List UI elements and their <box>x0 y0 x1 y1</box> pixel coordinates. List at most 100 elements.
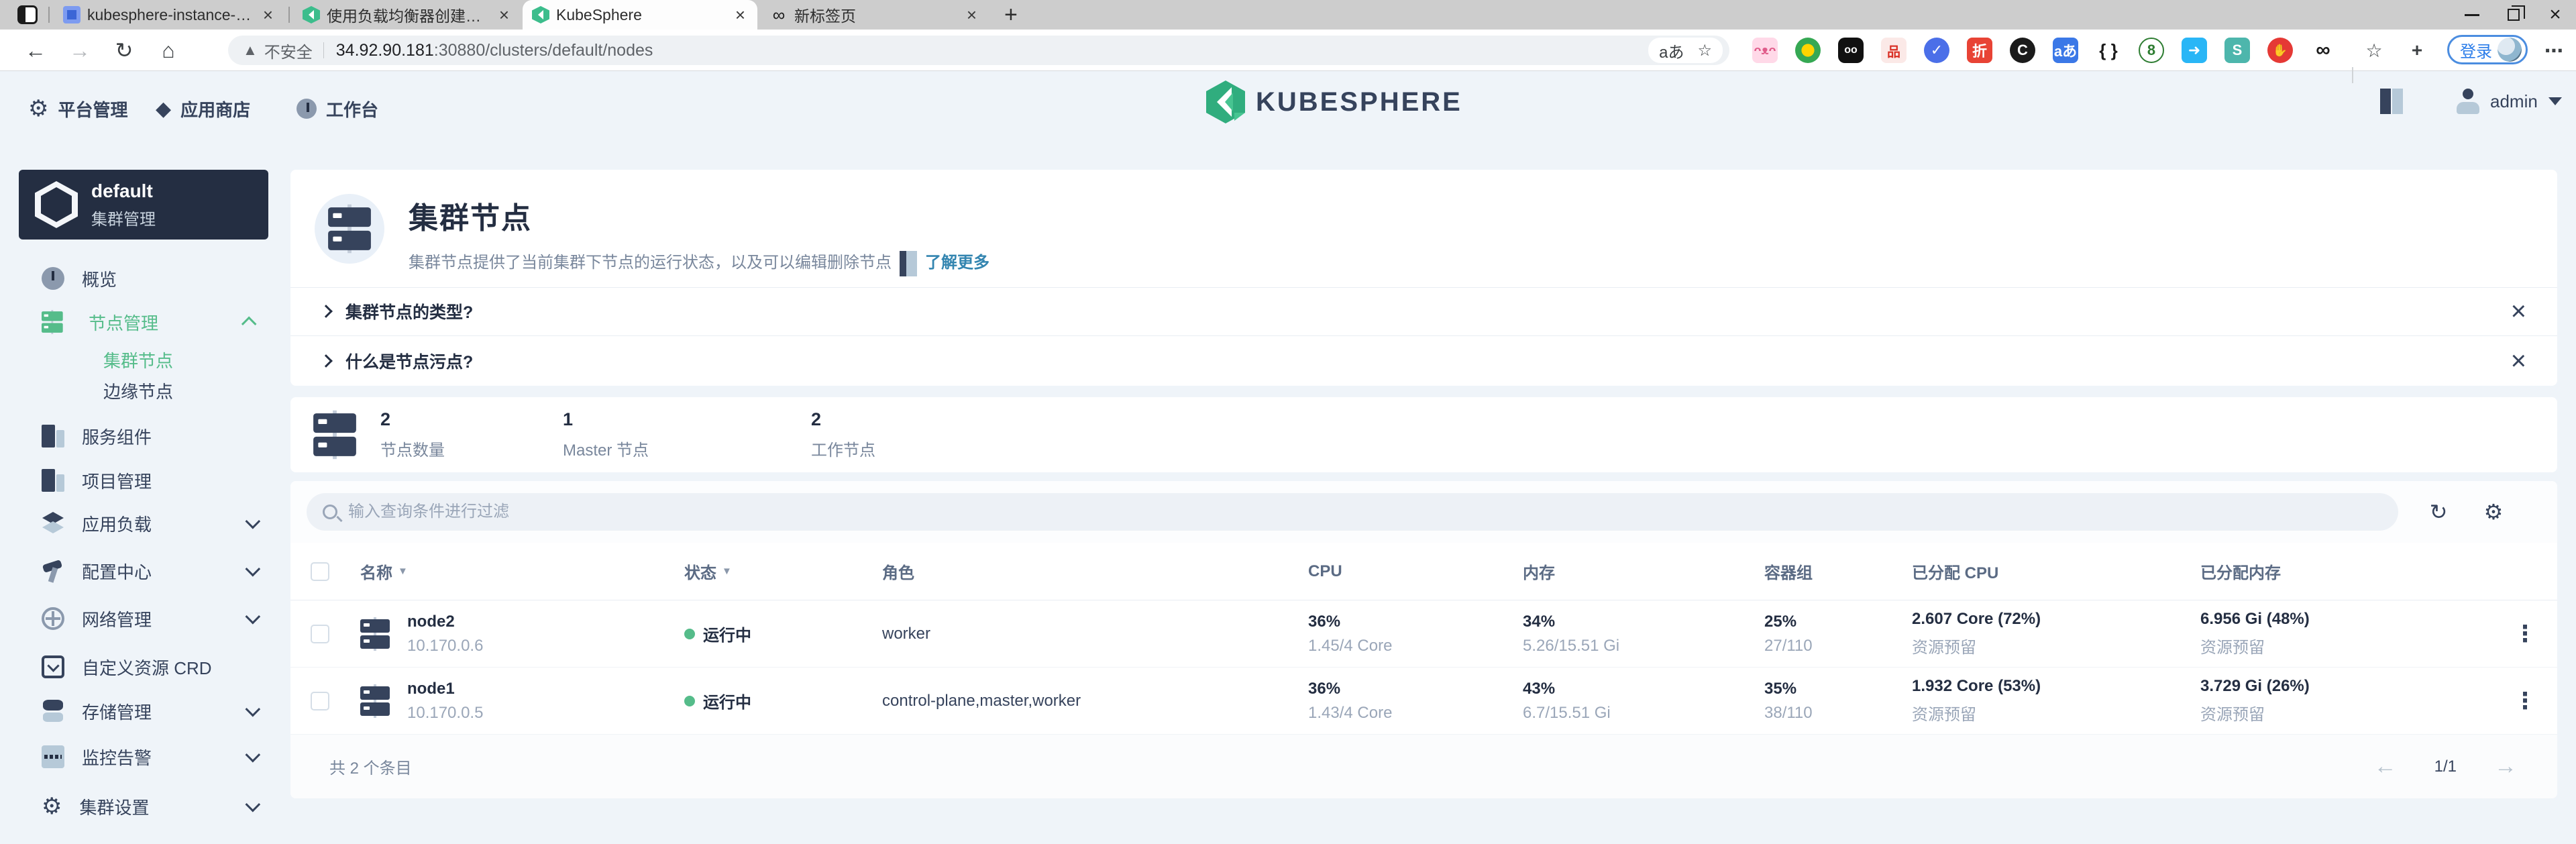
refresh-button[interactable]: ↻ <box>2424 497 2453 527</box>
forward-button[interactable]: → <box>64 35 95 66</box>
column-status[interactable]: 状态▼ <box>684 560 882 583</box>
page-subtitle: 集群节点提供了当前集群下节点的运行状态，以及可以编辑删除节点 <box>409 249 892 272</box>
column-name[interactable]: 名称▼ <box>333 560 684 583</box>
sidebar-item-edge-nodes[interactable]: 边缘节点 <box>19 371 268 410</box>
favorites-icon[interactable]: ☆ <box>2361 38 2387 63</box>
ext-translate-icon[interactable]: aあ <box>2053 38 2078 63</box>
sidebar-item-storage-management[interactable]: 存储管理 <box>19 692 268 731</box>
cpu-cell: 36% 1.43/4 Core <box>1308 680 1523 723</box>
sidebar-item-crd[interactable]: 自定义资源 CRD <box>19 647 268 686</box>
nav-app-store[interactable]: ◆ 应用商店 <box>156 89 250 129</box>
node-name-link[interactable]: node2 <box>407 613 483 631</box>
tab-close-icon[interactable]: × <box>496 5 512 25</box>
collections-icon[interactable]: + <box>2404 38 2430 63</box>
sidebar-item-node-management[interactable]: 节点管理 <box>19 303 268 341</box>
close-icon[interactable]: × <box>2511 298 2526 325</box>
ext-s-icon[interactable]: S <box>2224 38 2250 63</box>
docs-button[interactable] <box>2380 89 2403 114</box>
row-checkbox[interactable] <box>311 625 329 643</box>
sidebar-item-network-management[interactable]: 网络管理 <box>19 599 268 638</box>
help-row-node-taints[interactable]: 什么是节点污点? × <box>290 335 2557 386</box>
new-tab-button[interactable]: + <box>1004 3 1018 27</box>
ext-c-badge-icon[interactable]: C <box>2010 38 2035 63</box>
learn-more-link[interactable]: 了解更多 <box>925 249 989 272</box>
tab-close-icon[interactable]: × <box>733 5 748 25</box>
bookmark-star-icon[interactable]: ☆ <box>1697 41 1712 60</box>
sidebar-item-label: 节点管理 <box>89 310 228 335</box>
browser-tab-3-active[interactable]: KubeSphere × <box>523 0 757 30</box>
login-avatar <box>2498 38 2522 62</box>
window-minimize-button[interactable] <box>2451 0 2493 30</box>
kubesphere-logo[interactable]: KUBESPHERE <box>1206 81 1462 123</box>
search-icon <box>323 505 337 519</box>
ext-cat-icon[interactable]: ᴖᴥᴖ <box>1752 38 1778 63</box>
browser-tab-4[interactable]: ∞ 新标签页 × <box>761 0 989 30</box>
ext-person-icon[interactable]: 8 <box>2139 38 2164 63</box>
sidebar-item-cluster-settings[interactable]: ⚙ 集群设置 <box>19 787 268 826</box>
prev-page-button[interactable]: ← <box>2374 753 2397 780</box>
cluster-selector[interactable]: default 集群管理 <box>19 170 268 240</box>
address-host[interactable]: 34.92.90.181 <box>336 41 434 60</box>
home-button[interactable]: ⌂ <box>153 35 184 66</box>
settings-gear-button[interactable]: ⚙ <box>2479 497 2508 527</box>
help-row-node-types[interactable]: 集群节点的类型? × <box>290 287 2557 334</box>
ext-arrow-icon[interactable]: ➜ <box>2182 38 2207 63</box>
address-path[interactable]: :30880/clusters/default/nodes <box>434 41 653 60</box>
ext-green-circle-icon[interactable] <box>1795 38 1821 63</box>
table-footer: 共 2 个条目 ← 1/1 → <box>290 735 2557 798</box>
book-icon <box>900 251 917 271</box>
column-allocated-cpu: 已分配 CPU <box>1912 560 2200 583</box>
sidebar-item-service-components[interactable]: 服务组件 <box>19 417 268 456</box>
layers-icon <box>42 512 64 535</box>
database-icon <box>42 700 64 723</box>
select-all-checkbox[interactable] <box>311 562 329 581</box>
node-name-link[interactable]: node1 <box>407 680 483 698</box>
nav-platform-management[interactable]: ⚙ 平台管理 <box>28 89 128 129</box>
browser-tab-2[interactable]: 使用负载均衡器创建高可用集群 × <box>293 0 521 30</box>
ext-hand-icon[interactable]: ✋ <box>2267 38 2293 63</box>
user-menu[interactable]: admin <box>2457 89 2562 114</box>
sidebar-item-config-center[interactable]: 配置中心 <box>19 551 268 590</box>
window-restore-button[interactable] <box>2493 0 2534 30</box>
reload-button[interactable]: ↻ <box>109 35 140 66</box>
browser-tab-1[interactable]: kubesphere-instance-group-1-b × <box>54 0 285 30</box>
tab-close-icon[interactable]: × <box>260 5 276 25</box>
login-button[interactable]: 登录 <box>2447 35 2528 64</box>
browser-titlebar: kubesphere-instance-group-1-b × 使用负载均衡器创… <box>0 0 2576 30</box>
search-box[interactable] <box>307 493 2398 531</box>
row-more-button[interactable]: ⋮ <box>2493 621 2557 647</box>
search-input[interactable] <box>348 503 2382 521</box>
tab-title: kubesphere-instance-group-1-b <box>87 6 254 24</box>
status-dot-icon <box>684 629 695 639</box>
back-button[interactable]: ← <box>20 35 51 66</box>
address-bar[interactable]: ▲ 不安全 34.92.90.181 :30880/clusters/defau… <box>228 36 1729 65</box>
next-page-button[interactable]: → <box>2494 753 2517 780</box>
nav-workbench[interactable]: 工作台 <box>297 89 378 129</box>
row-checkbox[interactable] <box>311 692 329 710</box>
ext-braces-icon[interactable]: { } <box>2096 38 2121 63</box>
kubesphere-logo-mark <box>1206 81 1245 123</box>
ext-network-icon[interactable]: 品 <box>1881 38 1907 63</box>
close-icon: × <box>2549 5 2561 25</box>
security-label[interactable]: 不安全 <box>264 39 313 62</box>
browser-toolbar: ← → ↻ ⌂ ▲ 不安全 34.92.90.181 :30880/cluste… <box>0 30 2576 71</box>
ext-check-icon[interactable]: ✓ <box>1924 38 1949 63</box>
row-more-button[interactable]: ⋮ <box>2493 688 2557 715</box>
window-close-button[interactable]: × <box>2534 0 2576 30</box>
ext-glasses-icon[interactable]: oo <box>1838 38 1864 63</box>
page-header-panel: 集群节点 集群节点提供了当前集群下节点的运行状态，以及可以编辑删除节点 了解更多… <box>290 170 2557 386</box>
translate-icon[interactable]: aあ <box>1659 39 1684 62</box>
sidebar-item-app-workloads[interactable]: 应用负载 <box>19 504 268 543</box>
status-badge: 运行中 <box>684 622 882 645</box>
sidebar-item-project-management[interactable]: 项目管理 <box>19 461 268 500</box>
table-row[interactable]: node2 10.170.0.6 运行中 worker 36% 1.45/4 C… <box>290 600 2557 668</box>
close-icon[interactable]: × <box>2511 348 2526 374</box>
tab-search-icon[interactable] <box>17 5 38 24</box>
tab-close-icon[interactable]: × <box>964 5 979 25</box>
sidebar-item-monitoring-alerts[interactable]: 监控告警 <box>19 737 268 776</box>
ext-zhe-icon[interactable]: 折 <box>1967 38 1992 63</box>
ext-infinity-icon[interactable]: ∞ <box>2310 38 2336 63</box>
table-row[interactable]: node1 10.170.0.5 运行中 control-plane,maste… <box>290 668 2557 735</box>
sidebar-item-overview[interactable]: 概览 <box>19 259 268 298</box>
browser-menu-icon[interactable]: ⋯ <box>2541 38 2567 63</box>
